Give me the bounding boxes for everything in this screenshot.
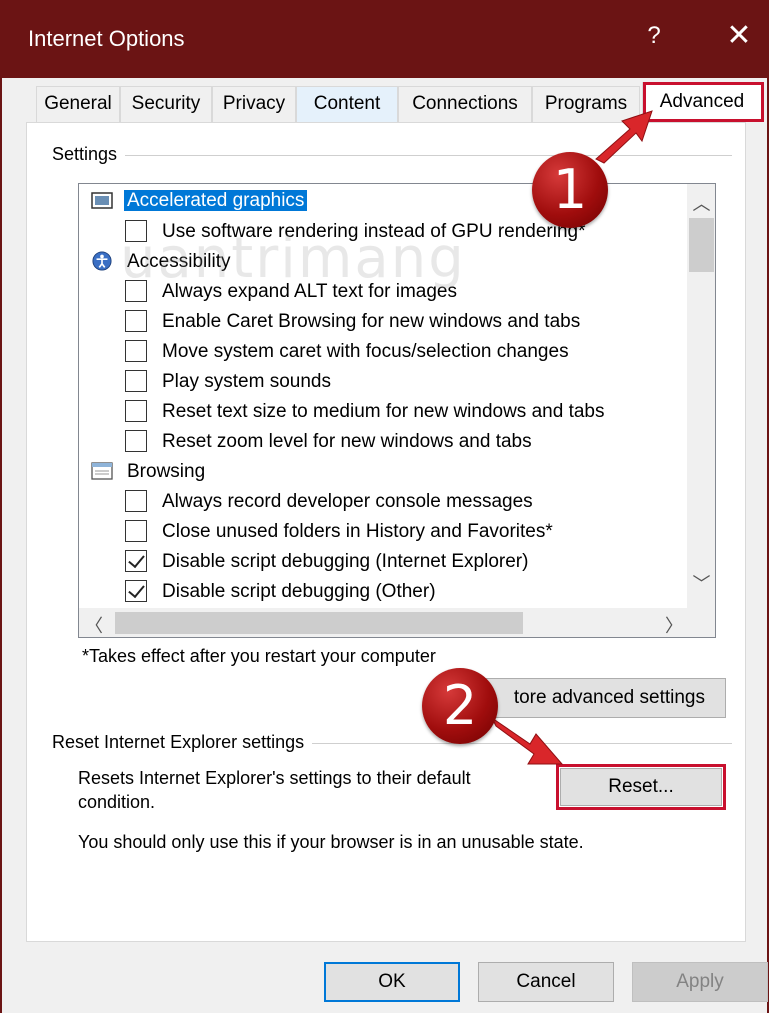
- option-row[interactable]: Always expand ALT text for images: [79, 277, 679, 307]
- tab-content[interactable]: Content: [296, 86, 398, 122]
- vertical-scroll-thumb[interactable]: [689, 218, 714, 272]
- title-bar[interactable]: Internet Options ? ✕: [2, 0, 769, 78]
- category-label: Browsing: [127, 461, 206, 482]
- option-checkbox[interactable]: [125, 220, 147, 242]
- category-accessibility[interactable]: Accessibility: [79, 247, 679, 277]
- tab-security[interactable]: Security: [120, 86, 212, 122]
- reset-description-line: condition.: [78, 792, 156, 812]
- option-label: Reset text size to medium for new window…: [162, 401, 605, 422]
- option-label: Always record developer console messages: [162, 491, 533, 512]
- reset-group-label: Reset Internet Explorer settings: [52, 732, 313, 753]
- option-checkbox[interactable]: [125, 310, 147, 332]
- option-row[interactable]: Move system caret with focus/selection c…: [79, 337, 679, 367]
- option-row[interactable]: Play system sounds: [79, 367, 679, 397]
- option-checkbox[interactable]: [125, 550, 147, 572]
- category-label: Accessibility: [127, 251, 231, 272]
- option-label: Use software rendering instead of GPU re…: [162, 221, 586, 242]
- option-label: Disable script debugging (Other): [162, 581, 436, 602]
- reset-warning: You should only use this if your browser…: [78, 832, 584, 852]
- category-label: Accelerated graphics: [124, 190, 308, 211]
- scroll-up-icon[interactable]: ︿: [687, 190, 715, 216]
- reset-description-line: Resets Internet Explorer's settings to t…: [78, 768, 471, 788]
- option-label: Play system sounds: [162, 371, 331, 392]
- option-checkbox[interactable]: [125, 580, 147, 602]
- option-checkbox[interactable]: [125, 520, 147, 542]
- reset-description: Resets Internet Explorer's settings to t…: [78, 766, 471, 814]
- tab-privacy[interactable]: Privacy: [212, 86, 296, 122]
- step-2-badge: 2: [422, 668, 498, 744]
- horizontal-scrollbar[interactable]: 〈 〉: [79, 608, 687, 637]
- internet-options-window: Internet Options ? ✕ General Security Pr…: [0, 0, 769, 1013]
- option-checkbox[interactable]: [125, 280, 147, 302]
- option-row[interactable]: Reset text size to medium for new window…: [79, 397, 679, 427]
- option-row[interactable]: Disable script debugging (Other): [79, 577, 679, 608]
- settings-list[interactable]: Accelerated graphics Use software render…: [78, 183, 716, 638]
- tab-general[interactable]: General: [36, 86, 120, 122]
- step-1-badge: 1: [532, 152, 608, 228]
- arrow-to-advanced-icon: [595, 110, 653, 164]
- option-row[interactable]: Disable script debugging (Internet Explo…: [79, 547, 679, 577]
- option-row[interactable]: Always record developer console messages: [79, 487, 679, 517]
- settings-group-label: Settings: [52, 144, 126, 165]
- arrow-to-reset-icon: [490, 716, 564, 765]
- tab-connections[interactable]: Connections: [398, 86, 532, 122]
- option-row[interactable]: Enable Caret Browsing for new windows an…: [79, 307, 679, 337]
- help-button[interactable]: ?: [642, 22, 666, 50]
- option-checkbox[interactable]: [125, 400, 147, 422]
- scroll-down-icon[interactable]: ﹀: [687, 570, 715, 596]
- scroll-left-icon[interactable]: 〈: [85, 612, 103, 637]
- accessibility-icon: [92, 251, 112, 271]
- cancel-button[interactable]: Cancel: [478, 962, 614, 1002]
- close-button[interactable]: ✕: [724, 18, 754, 53]
- vertical-scrollbar[interactable]: ︿ ﹀: [687, 184, 715, 608]
- option-checkbox[interactable]: [125, 370, 147, 392]
- restart-note: *Takes effect after you restart your com…: [82, 646, 436, 666]
- option-label: Disable script debugging (Internet Explo…: [162, 551, 529, 572]
- option-label: Move system caret with focus/selection c…: [162, 341, 569, 362]
- ok-button[interactable]: OK: [324, 962, 460, 1002]
- category-browsing[interactable]: Browsing: [79, 457, 679, 487]
- option-checkbox[interactable]: [125, 430, 147, 452]
- display-icon: [91, 192, 113, 209]
- scroll-right-icon[interactable]: 〉: [665, 612, 683, 637]
- browsing-icon: [91, 462, 113, 480]
- option-label: Enable Caret Browsing for new windows an…: [162, 311, 581, 332]
- apply-button[interactable]: Apply: [632, 962, 768, 1002]
- option-label: Reset zoom level for new windows and tab…: [162, 431, 532, 452]
- horizontal-scroll-thumb[interactable]: [115, 612, 523, 634]
- option-row[interactable]: Reset zoom level for new windows and tab…: [79, 427, 679, 457]
- option-row[interactable]: Close unused folders in History and Favo…: [79, 517, 679, 547]
- window-title: Internet Options: [28, 26, 185, 51]
- option-label: Close unused folders in History and Favo…: [162, 521, 553, 542]
- option-checkbox[interactable]: [125, 490, 147, 512]
- reset-button[interactable]: Reset...: [556, 764, 726, 810]
- option-checkbox[interactable]: [125, 340, 147, 362]
- option-label: Always expand ALT text for images: [162, 281, 458, 302]
- scrollbar-corner: [687, 608, 715, 637]
